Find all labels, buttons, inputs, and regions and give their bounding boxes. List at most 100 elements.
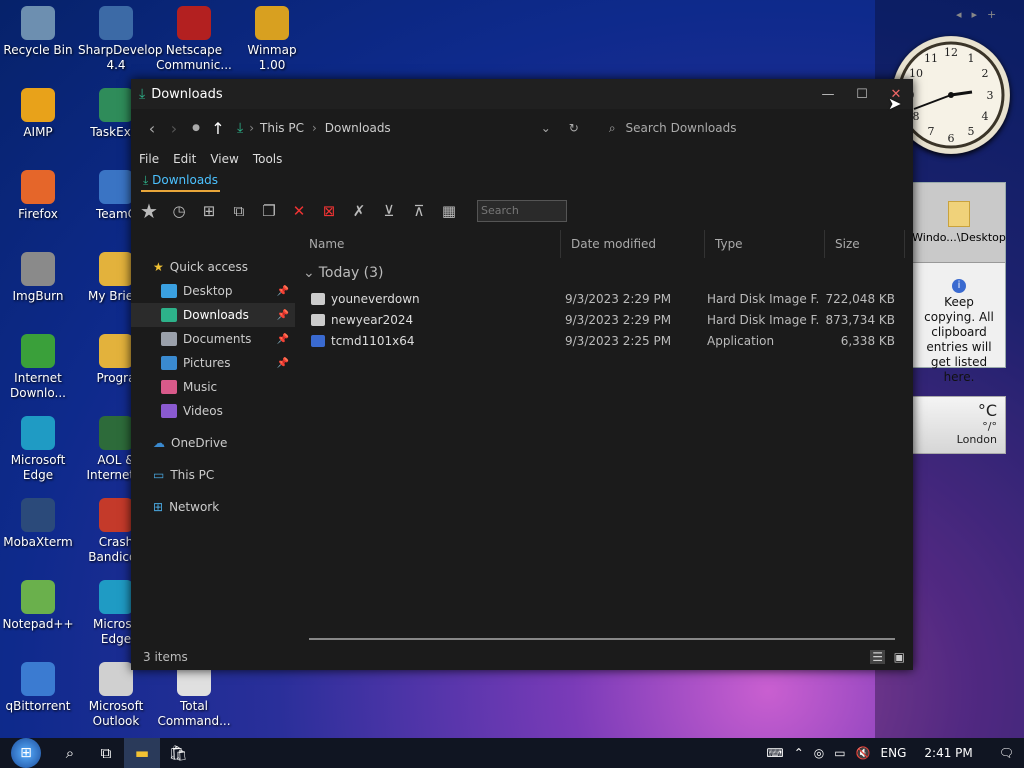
file-name: newyear2024 (331, 312, 414, 327)
address-dropdown-icon[interactable]: ⌄ (541, 121, 551, 135)
nav-label: OneDrive (171, 436, 228, 450)
desktop-icon-notepad-[interactable]: Notepad++ (0, 580, 76, 632)
weather-city: London (956, 433, 997, 446)
clipboard-gadget: Windo...\Desktop i Keep copying. All cli… (912, 182, 1006, 384)
task-view-icon[interactable]: ⧉ (88, 738, 124, 768)
desktop-icon-netscape-communic-[interactable]: Netscape Communic... (156, 6, 232, 73)
menu-view[interactable]: View (210, 152, 238, 166)
desktop-icon-mobaxterm[interactable]: MobaXterm (0, 498, 76, 550)
desktop-icon-winmap-1-00[interactable]: Winmap 1.00 (234, 6, 310, 73)
col-name[interactable]: Name (299, 230, 561, 258)
favorites-star-icon[interactable]: ★ (137, 199, 161, 223)
back-button[interactable]: ‹ (141, 119, 163, 138)
maximize-button[interactable]: ☐ (845, 79, 879, 109)
clipboard-entry-title[interactable]: Windo...\Desktop (912, 231, 1006, 244)
pin-icon[interactable]: 📌 (277, 310, 289, 321)
close-tab-icon[interactable]: ⊠ (317, 199, 341, 223)
up-button[interactable]: ↑ (207, 119, 229, 138)
menu-file[interactable]: File (139, 152, 159, 166)
table-row[interactable]: youneverdown 9/3/2023 2:29 PM Hard Disk Im… (299, 288, 907, 309)
search-taskbar-icon[interactable]: ⌕ (52, 738, 88, 768)
minimize-button[interactable]: — (811, 79, 845, 109)
sidebar-item-music[interactable]: Music (131, 375, 295, 399)
toolbar-search-input[interactable]: Search (477, 200, 567, 222)
layout-icon[interactable]: ▦ (437, 199, 461, 223)
nav-label: Quick access (169, 260, 248, 274)
open-new-window-icon[interactable]: ⧉ (227, 199, 251, 223)
clipboard-hint: Keep copying. All clipboard entries will… (924, 295, 994, 384)
sidebar-item-documents[interactable]: Documents 📌 (131, 327, 295, 351)
desktop-icon-firefox[interactable]: Firefox (0, 170, 76, 222)
details-view-icon[interactable]: ☰ (870, 650, 885, 664)
horizontal-scrollbar[interactable] (309, 638, 895, 640)
table-row[interactable]: tcmd1101x64 9/3/2023 2:25 PM Application 6,… (299, 330, 907, 351)
group-header[interactable]: ⌄ Today (3) (299, 258, 907, 288)
downloads-arrow-icon: ⤓ (139, 86, 146, 102)
close-left-icon[interactable]: ⊻ (377, 199, 401, 223)
desktop-icon-internet-downlo-[interactable]: Internet Downlo... (0, 334, 76, 401)
date-cell: 9/3/2023 2:29 PM (565, 291, 672, 306)
desktop-icon-imgburn[interactable]: ImgBurn (0, 252, 76, 304)
breadcrumb-this-pc[interactable]: This PC (260, 121, 304, 135)
col-date[interactable]: Date modified (561, 230, 705, 258)
store-taskbar-icon[interactable]: 🛍 (160, 738, 196, 768)
desktop-icon-aimp[interactable]: AIMP (0, 88, 76, 140)
title-bar[interactable]: ⤓ Downloads — ☐ ✕ (131, 79, 913, 109)
nav-this-pc[interactable]: ▭ This PC (131, 463, 295, 487)
volume-muted-icon[interactable]: 🔇 (856, 746, 871, 760)
explorer-window: ⤓ Downloads — ☐ ✕ ‹ › ● ↑ ⤓ › This PC › … (131, 79, 913, 670)
nav-quick-access[interactable]: ★ Quick access (131, 255, 295, 279)
preview-view-icon[interactable]: ▣ (894, 650, 905, 664)
close-other-icon[interactable]: ✗ (347, 199, 371, 223)
start-button[interactable]: ⊞ (0, 738, 52, 768)
desktop-icon-sharpdevelop-4-4[interactable]: SharpDevelop 4.4 (78, 6, 163, 73)
network-tray-icon[interactable]: ▭ (834, 746, 845, 760)
refresh-icon[interactable]: ↻ (569, 121, 579, 135)
nav-onedrive[interactable]: ☁ OneDrive (131, 431, 295, 455)
desktop-icon-label: Total Command... (157, 699, 231, 728)
pictures-icon (161, 356, 177, 370)
language-indicator[interactable]: ENG (881, 746, 907, 760)
pin-icon[interactable]: 📌 (277, 334, 289, 345)
svg-text:8: 8 (913, 110, 920, 123)
nav-network[interactable]: ⊞ Network (131, 495, 295, 519)
svg-text:6: 6 (948, 132, 955, 145)
desktop-icon-recycle-bin[interactable]: Recycle Bin (0, 6, 76, 58)
menu-tools[interactable]: Tools (253, 152, 283, 166)
pin-icon[interactable]: 📌 (277, 286, 289, 297)
recent-dropdown[interactable]: ● (185, 123, 207, 133)
chevron-up-icon[interactable]: ⌃ (794, 746, 804, 760)
tab-downloads[interactable]: ⤓ Downloads (141, 173, 221, 192)
nav-label: Network (169, 500, 220, 514)
desktop-icon-microsoft-edge[interactable]: Microsoft Edge (0, 416, 76, 483)
sidebar-item-downloads[interactable]: Downloads 📌 (131, 303, 295, 327)
close-right-icon[interactable]: ⊼ (407, 199, 431, 223)
forward-button[interactable]: › (163, 119, 185, 138)
touch-keyboard-icon[interactable]: ⌨ (766, 746, 783, 760)
sidebar-item-videos[interactable]: Videos (131, 399, 295, 423)
col-type[interactable]: Type (705, 230, 825, 258)
sidebar-item-pictures[interactable]: Pictures 📌 (131, 351, 295, 375)
size-cell: 722,048 KB (825, 291, 895, 306)
weather-range: °/° (982, 420, 997, 433)
col-size[interactable]: Size (825, 230, 905, 258)
notifications-icon[interactable]: 🗨 (999, 746, 1014, 760)
delete-icon[interactable]: ✕ (287, 199, 311, 223)
file-explorer-taskbar-icon[interactable]: ▬ (124, 738, 160, 768)
menu-edit[interactable]: Edit (173, 152, 196, 166)
history-icon[interactable]: ◷ (167, 199, 191, 223)
svg-text:12: 12 (944, 46, 958, 59)
table-row[interactable]: newyear2024 9/3/2023 2:29 PM Hard Disk Ima… (299, 309, 907, 330)
windows-icon[interactable]: ⊞ (197, 199, 221, 223)
breadcrumb-downloads[interactable]: Downloads (325, 121, 391, 135)
group-label: Today (3) (318, 265, 384, 281)
pin-icon[interactable]: 📌 (277, 358, 289, 369)
clock-time[interactable]: 2:41 PM (924, 746, 972, 760)
desktop-icon-label: Firefox (18, 207, 58, 221)
desktop-icon-qbittorrent[interactable]: qBittorrent (0, 662, 76, 714)
gadget-nav-arrows[interactable]: ◂▸+ (956, 8, 1006, 21)
search-input[interactable]: Search Downloads (626, 121, 826, 135)
tray-app-icon[interactable]: ◎ (814, 746, 824, 760)
clone-window-icon[interactable]: ❐ (257, 199, 281, 223)
sidebar-item-desktop[interactable]: Desktop 📌 (131, 279, 295, 303)
